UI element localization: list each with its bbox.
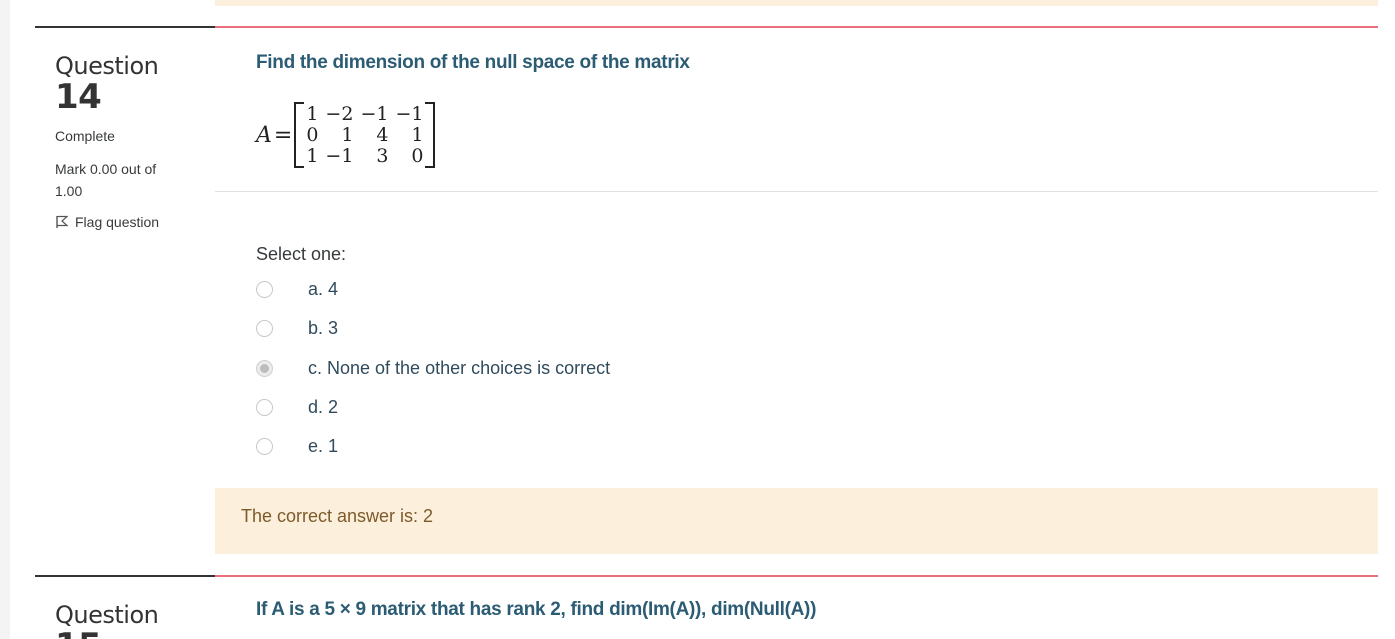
matrix-grid: 1 −2 −1 −1 0 1 4 1 1 −1 3 0 xyxy=(304,102,425,167)
radio-button-selected[interactable] xyxy=(256,359,273,377)
matrix-cell: 0 xyxy=(411,144,424,167)
question-text: If A is a 5 × 9 matrix that has rank 2, … xyxy=(256,599,817,620)
question-number: 14 xyxy=(55,77,102,117)
radio-button[interactable] xyxy=(256,437,273,455)
matrix-cell: 3 xyxy=(376,144,389,167)
matrix-right-bracket xyxy=(425,102,436,168)
flag-question-link[interactable]: Flag question xyxy=(55,214,159,230)
question-info: Question 15 xyxy=(35,575,215,639)
matrix-cell: 1 xyxy=(306,144,319,167)
matrix-left-bracket xyxy=(294,102,305,168)
answer-option-a[interactable]: a. 4 xyxy=(256,276,338,302)
answer-option-label[interactable]: d. 2 xyxy=(308,397,338,418)
answer-option-label[interactable]: a. 4 xyxy=(308,279,338,300)
answer-option-e[interactable]: e. 1 xyxy=(256,433,338,459)
matrix-cell: −1 xyxy=(360,102,389,125)
question-15: Question 15 If A is a 5 × 9 matrix that … xyxy=(35,575,1378,639)
question-info: Question 14 Complete Mark 0.00 out of 1.… xyxy=(35,26,215,556)
matrix-variable: A xyxy=(256,122,272,148)
correct-answer-text: The correct answer is: 2 xyxy=(241,506,434,526)
matrix-cell: 1 xyxy=(411,123,424,146)
answer-option-b[interactable]: b. 3 xyxy=(256,315,338,341)
flag-question-label: Flag question xyxy=(75,214,160,230)
answer-option-label[interactable]: e. 1 xyxy=(308,436,338,457)
answer-block: Select one: a. 4 b. 3 c. None of the oth… xyxy=(215,192,1378,488)
answer-option-label[interactable]: b. 3 xyxy=(308,318,338,339)
question-text: Find the dimension of the null space of … xyxy=(256,52,690,73)
question-formulation: Find the dimension of the null space of … xyxy=(215,28,1378,192)
question-heading: Question 15 xyxy=(55,601,159,639)
radio-button[interactable] xyxy=(256,319,273,337)
question-14: Question 14 Complete Mark 0.00 out of 1.… xyxy=(35,26,1378,556)
matrix-cell: 4 xyxy=(376,123,389,146)
question-grade: Mark 0.00 out of 1.00 xyxy=(55,161,157,199)
matrix-cell: 1 xyxy=(306,102,319,125)
question-label: Question xyxy=(55,52,159,80)
question-state: Complete xyxy=(55,128,115,144)
matrix-cell: 0 xyxy=(306,123,319,146)
question-label: Question xyxy=(55,601,159,629)
flag-icon xyxy=(56,215,69,228)
answer-option-d[interactable]: d. 2 xyxy=(256,394,338,420)
page-left-strip xyxy=(0,0,10,639)
matrix-cell: −1 xyxy=(395,102,424,125)
radio-button[interactable] xyxy=(256,398,273,416)
question-heading: Question 14 xyxy=(55,52,159,117)
question-number: 15 xyxy=(55,629,158,639)
matrix-cell: 1 xyxy=(341,123,354,146)
matrix-cell: −1 xyxy=(325,144,354,167)
question-content-divider xyxy=(215,575,1378,577)
answer-option-label[interactable]: c. None of the other choices is correct xyxy=(308,358,610,379)
previous-feedback-strip xyxy=(215,0,1378,6)
matrix-cell: −2 xyxy=(325,102,354,125)
radio-button[interactable] xyxy=(256,280,273,298)
answer-option-c[interactable]: c. None of the other choices is correct xyxy=(256,355,610,381)
equals-sign: = xyxy=(273,122,293,148)
matrix-equation: A = 1 −2 −1 −1 0 1 4 1 1 −1 3 0 xyxy=(256,102,436,168)
select-one-prompt: Select one: xyxy=(256,244,347,264)
correct-answer-feedback: The correct answer is: 2 xyxy=(215,488,1378,554)
